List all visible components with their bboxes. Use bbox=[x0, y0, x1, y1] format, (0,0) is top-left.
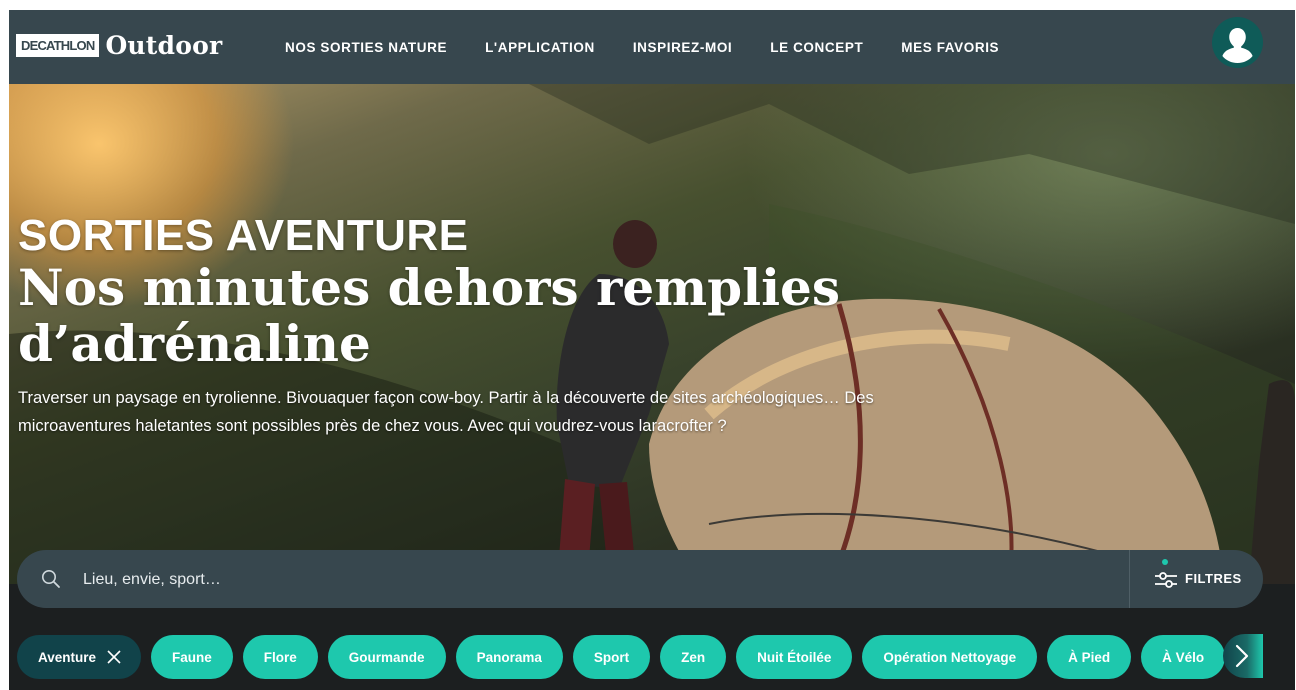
filters-label: FILTRES bbox=[1185, 571, 1242, 586]
hero-headline: Nos minutes dehors remplies d’adrénaline bbox=[18, 258, 841, 373]
nav-item-sorties-nature[interactable]: NOS SORTIES NATURE bbox=[285, 40, 447, 55]
tags-next-button[interactable] bbox=[1223, 634, 1263, 678]
tag-filter-row: Aventure Faune Flore Gourmande Panorama … bbox=[17, 634, 1235, 680]
tag-nuit-etoilee[interactable]: Nuit Étoilée bbox=[736, 635, 853, 679]
filters-button[interactable]: FILTRES bbox=[1129, 550, 1264, 608]
tag-label: À Vélo bbox=[1162, 649, 1205, 665]
nav-item-inspirez-moi[interactable]: INSPIREZ-MOI bbox=[633, 40, 732, 55]
chevron-right-icon bbox=[1235, 644, 1249, 668]
user-avatar-button[interactable] bbox=[1212, 17, 1263, 68]
sliders-icon bbox=[1155, 572, 1177, 588]
logo-word: Outdoor bbox=[105, 31, 223, 60]
tag-label: Nuit Étoilée bbox=[757, 649, 832, 665]
hero-text-block: SORTIES AVENTURE Nos minutes dehors remp… bbox=[18, 212, 918, 440]
tag-label: Faune bbox=[172, 649, 212, 665]
tag-sport[interactable]: Sport bbox=[572, 635, 651, 679]
search-icon bbox=[42, 570, 60, 588]
close-icon[interactable] bbox=[107, 650, 121, 664]
tag-gourmande[interactable]: Gourmande bbox=[327, 635, 446, 679]
page-frame: DECATHLON Outdoor NOS SORTIES NATURE L'A… bbox=[9, 10, 1295, 690]
hero-kicker: SORTIES AVENTURE bbox=[18, 211, 469, 260]
decathlon-outdoor-logo[interactable]: DECATHLON Outdoor bbox=[16, 31, 222, 60]
tag-label: Zen bbox=[681, 649, 706, 665]
tag-label: À Pied bbox=[1068, 649, 1111, 665]
tag-label: Opération Nettoyage bbox=[883, 649, 1017, 665]
filters-indicator-dot bbox=[1162, 559, 1168, 565]
tag-label: Gourmande bbox=[348, 649, 425, 665]
search-bar: FILTRES bbox=[17, 550, 1263, 608]
nav-item-application[interactable]: L'APPLICATION bbox=[485, 40, 595, 55]
user-silhouette-icon bbox=[1222, 28, 1253, 63]
tag-aventure-active[interactable]: Aventure bbox=[17, 635, 142, 679]
hero-intro: Traverser un paysage en tyrolienne. Bivo… bbox=[18, 389, 874, 435]
tag-flore[interactable]: Flore bbox=[242, 635, 318, 679]
logo-box: DECATHLON bbox=[16, 34, 100, 57]
nav-item-favoris[interactable]: MES FAVORIS bbox=[901, 40, 999, 55]
tag-a-pied[interactable]: À Pied bbox=[1047, 635, 1132, 679]
tag-label: Aventure bbox=[38, 649, 97, 665]
hero-banner: SORTIES AVENTURE Nos minutes dehors remp… bbox=[9, 84, 1295, 584]
tag-faune[interactable]: Faune bbox=[151, 635, 233, 679]
site-header: DECATHLON Outdoor NOS SORTIES NATURE L'A… bbox=[9, 10, 1295, 84]
tag-label: Panorama bbox=[476, 649, 542, 665]
tag-operation-nettoyage[interactable]: Opération Nettoyage bbox=[862, 635, 1038, 679]
tag-a-velo[interactable]: À Vélo bbox=[1141, 635, 1226, 679]
tag-panorama[interactable]: Panorama bbox=[455, 635, 563, 679]
tag-label: Sport bbox=[593, 649, 630, 665]
main-nav: NOS SORTIES NATURE L'APPLICATION INSPIRE… bbox=[285, 10, 1037, 84]
tag-zen[interactable]: Zen bbox=[660, 635, 727, 679]
tag-label: Flore bbox=[263, 649, 297, 665]
search-input[interactable] bbox=[81, 564, 1115, 596]
nav-item-concept[interactable]: LE CONCEPT bbox=[770, 40, 863, 55]
